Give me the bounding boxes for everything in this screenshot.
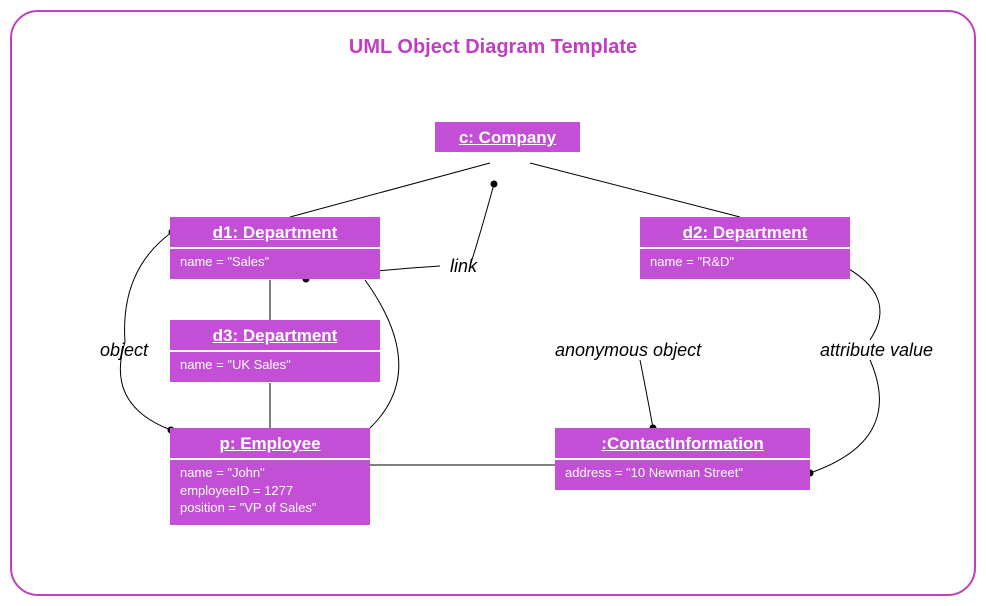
object-p-body: name = "John" employeeID = 1277 position… [170,460,370,525]
object-d1-body: name = "Sales" [170,249,380,279]
object-contactinformation-head: :ContactInformation [555,428,810,460]
annotation-object: object [100,340,148,361]
object-d3-attr-0: name = "UK Sales" [180,356,370,374]
object-company: c: Company [435,122,580,152]
object-company-head: c: Company [435,122,580,152]
object-contactinformation: :ContactInformation address = "10 Newman… [555,428,810,490]
object-d2: d2: Department name = "R&D" [640,217,850,279]
object-d3-head: d3: Department [170,320,380,352]
annotation-attribute-value: attribute value [820,340,933,361]
object-p: p: Employee name = "John" employeeID = 1… [170,428,370,525]
object-d3-body: name = "UK Sales" [170,352,380,382]
object-p-attr-2: position = "VP of Sales" [180,499,360,517]
annotation-link: link [450,256,477,277]
object-d2-attr-0: name = "R&D" [650,253,840,271]
object-d1: d1: Department name = "Sales" [170,217,380,279]
object-d3: d3: Department name = "UK Sales" [170,320,380,382]
annotation-anonymous-object: anonymous object [555,340,701,361]
diagram-frame: UML Object Diagram Template [10,10,976,596]
object-p-attr-1: employeeID = 1277 [180,482,360,500]
diagram-title: UML Object Diagram Template [12,36,974,59]
object-p-attr-0: name = "John" [180,464,360,482]
object-d1-head: d1: Department [170,217,380,249]
object-p-head: p: Employee [170,428,370,460]
object-d1-attr-0: name = "Sales" [180,253,370,271]
object-contactinformation-body: address = "10 Newman Street" [555,460,810,490]
object-d2-body: name = "R&D" [640,249,850,279]
object-d2-head: d2: Department [640,217,850,249]
object-contactinformation-attr-0: address = "10 Newman Street" [565,464,800,482]
